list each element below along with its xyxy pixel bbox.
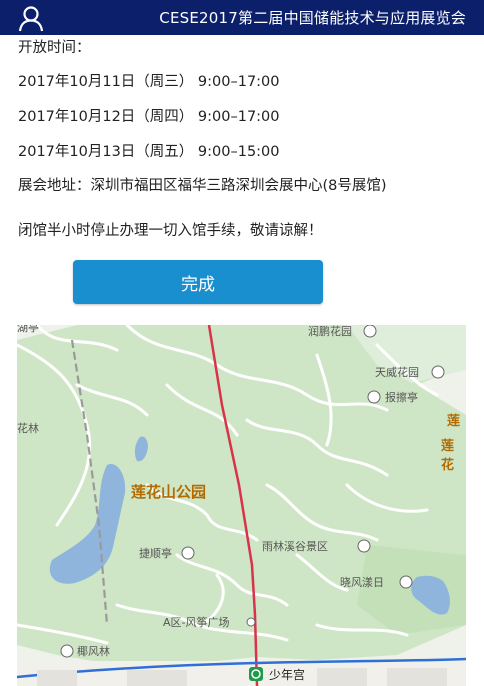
schedule-day-1: 2017年10月11日（周三） 9:00–17:00 xyxy=(18,74,280,90)
top-bar: CESE2017第二届中国储能技术与应用展览会 xyxy=(0,0,484,35)
metro-station-icon xyxy=(249,667,263,681)
map-label-yulin: 雨林溪谷景区 xyxy=(262,540,328,553)
map-label-topleft: 湖亭 xyxy=(17,325,39,334)
user-icon[interactable] xyxy=(17,4,45,32)
map-label-park: 莲花山公园 xyxy=(131,483,207,501)
hours-label: 开放时间： xyxy=(18,40,91,56)
map-label-jieshun: 捷顺亭 xyxy=(139,547,172,560)
schedule-day-3: 2017年10月13日（周五） 9:00–15:00 xyxy=(18,144,280,160)
map-label-runhua: 润鹏花园 xyxy=(308,325,352,338)
schedule-day-2: 2017年10月12日（周四） 9:00–17:00 xyxy=(18,109,280,125)
map-label-xiaofeng: 晓风漾日 xyxy=(340,576,384,589)
map-label-lian1: 莲 xyxy=(447,414,461,429)
map-label-hualin: 花林 xyxy=(17,422,39,435)
closing-notice: 闭馆半小时停止办理一切入馆手续，敬请谅解！ xyxy=(18,223,323,239)
map-label-baozhang: 报擦亭 xyxy=(385,391,418,404)
map-label-tianwei: 天威花园 xyxy=(375,366,419,379)
location-map[interactable]: 湖亭 润鹏花园 天威花园 报擦亭 莲 莲花 花林 莲花山公园 捷顺亭 雨林溪谷景… xyxy=(17,325,466,686)
app-title: CESE2017第二届中国储能技术与应用展览会 xyxy=(159,9,466,27)
map-label-shaonian: 少年宫 xyxy=(269,668,306,682)
map-label-fengzheng: A区-风筝广场 xyxy=(163,616,230,629)
venue-address: 展会地址：深圳市福田区福华三路深圳会展中心(8号展馆) xyxy=(18,178,387,194)
map-label-lian2: 莲花 xyxy=(441,439,455,473)
map-label-yefeng: 椰风林 xyxy=(77,645,110,658)
done-button[interactable]: 完成 xyxy=(73,260,323,304)
